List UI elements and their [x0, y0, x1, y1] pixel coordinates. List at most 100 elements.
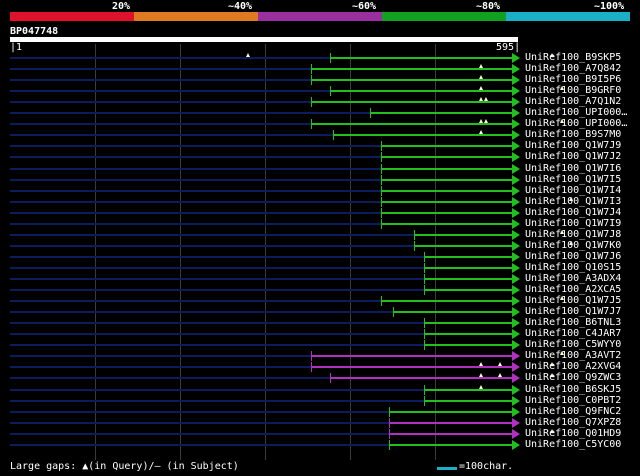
alignment-bar — [414, 245, 512, 247]
alignment-bar — [424, 322, 512, 324]
unaligned-segment — [10, 234, 414, 236]
scale-segment-20 — [10, 12, 134, 21]
hit-label[interactable]: UniRef100_A3AVT2 — [525, 350, 621, 361]
scale-segment-40 — [134, 12, 258, 21]
alignment-start-tick — [414, 241, 415, 251]
query-gap-marker-icon — [479, 385, 483, 389]
hit-label[interactable]: UniRef100_Q1W7J2 — [525, 151, 621, 162]
alignment-start-tick — [381, 175, 382, 185]
alignment-start-tick — [381, 164, 382, 174]
alignment-start-tick — [393, 307, 394, 317]
hit-label[interactable]: UniRef100_Q01HD9 — [525, 428, 621, 439]
alignment-arrow-icon — [512, 130, 520, 140]
query-gap-marker-icon — [498, 362, 502, 366]
alignment-arrow-icon — [512, 285, 520, 295]
alignment-arrow-icon — [512, 440, 520, 450]
unaligned-segment — [10, 444, 389, 446]
hit-label[interactable]: UniRef100_Q1W7J6 — [525, 251, 621, 262]
hit-label[interactable]: UniRef100_Q1W7K0 — [525, 240, 621, 251]
alignment-arrow-icon — [512, 429, 520, 439]
hit-label[interactable]: UniRef100_A7Q1N2 — [525, 96, 621, 107]
alignment-bar — [381, 212, 512, 214]
alignment-start-tick — [330, 53, 331, 63]
hit-label[interactable]: UniRef100_C5WYY0 — [525, 339, 621, 350]
unaligned-segment — [10, 289, 424, 291]
alignment-arrow-icon — [512, 230, 520, 240]
alignment-bar — [424, 333, 512, 335]
scale-legend: =100char. — [459, 461, 514, 472]
hit-label[interactable]: UniRef100_Q7XPZ8 — [525, 417, 621, 428]
hit-label[interactable]: UniRef100_Q1W7I9 — [525, 218, 621, 229]
unaligned-segment — [10, 355, 311, 357]
hit-label[interactable]: UniRef100_C4JAR7 — [525, 328, 621, 339]
hit-label[interactable]: UniRef100_UPI000… — [525, 107, 627, 118]
hit-row[interactable]: UniRef100_Q9ZWC3 — [0, 372, 640, 384]
query-gap-marker-icon — [498, 373, 502, 377]
hit-row[interactable]: UniRef100_C5YC00 — [0, 439, 640, 451]
unaligned-segment — [10, 322, 424, 324]
hit-label[interactable]: UniRef100_C5YC00 — [525, 439, 621, 450]
alignment-arrow-icon — [512, 329, 520, 339]
hit-label[interactable]: UniRef100_UPI000… — [525, 118, 627, 129]
hit-label[interactable]: UniRef100_B9GRF0 — [525, 85, 621, 96]
unaligned-segment — [10, 223, 381, 225]
hit-label[interactable]: UniRef100_B9I5P6 — [525, 74, 621, 85]
hit-label[interactable]: UniRef100_Q9FNC2 — [525, 406, 621, 417]
identity-scale-bar — [10, 12, 630, 21]
hit-label[interactable]: UniRef100_Q9ZWC3 — [525, 372, 621, 383]
alignment-start-tick — [389, 407, 390, 417]
hit-label[interactable]: UniRef100_A2XVG4 — [525, 361, 621, 372]
unaligned-segment — [10, 377, 330, 379]
hit-label[interactable]: UniRef100_Q1W7I4 — [525, 185, 621, 196]
hit-label[interactable]: UniRef100_A2XCA5 — [525, 284, 621, 295]
unaligned-segment — [10, 168, 381, 170]
alignment-arrow-icon — [512, 186, 520, 196]
alignment-arrow-icon — [512, 108, 520, 118]
unaligned-segment — [10, 179, 381, 181]
alignment-bar — [424, 267, 512, 269]
unaligned-segment — [10, 201, 381, 203]
alignment-bar — [389, 444, 512, 446]
query-gap-marker-icon — [479, 97, 483, 101]
alignment-bar — [381, 190, 512, 192]
hit-label[interactable]: UniRef100_Q1W7I5 — [525, 174, 621, 185]
hit-row[interactable]: UniRef100_Q1W7J2 — [0, 151, 640, 163]
hit-label[interactable]: UniRef100_Q10S15 — [525, 262, 621, 273]
hit-label[interactable]: UniRef100_B9SKP5 — [525, 52, 621, 63]
alignment-arrow-icon — [512, 318, 520, 328]
hit-label[interactable]: UniRef100_Q1W7J8 — [525, 229, 621, 240]
alignment-bar — [424, 289, 512, 291]
alignment-start-tick — [389, 429, 390, 439]
ruler-start-label: 1 — [16, 42, 23, 53]
alignment-bar — [311, 123, 512, 125]
hit-label[interactable]: UniRef100_Q1W7J9 — [525, 140, 621, 151]
unaligned-segment — [10, 90, 330, 92]
ruler-end-label: 595 — [496, 42, 515, 53]
hit-label[interactable]: UniRef100_A7Q842 — [525, 63, 621, 74]
alignment-arrow-icon — [512, 97, 520, 107]
hit-label[interactable]: UniRef100_A3ADX4 — [525, 273, 621, 284]
unaligned-segment — [10, 134, 333, 136]
alignment-start-tick — [330, 373, 331, 383]
alignment-bar — [311, 355, 512, 357]
unaligned-segment — [10, 123, 311, 125]
query-gap-marker-icon — [479, 130, 483, 134]
scale-label-80: ~80% — [476, 1, 501, 12]
hit-label[interactable]: UniRef100_C0PBT2 — [525, 395, 621, 406]
alignment-bar — [311, 366, 512, 368]
hit-label[interactable]: UniRef100_Q1W7J7 — [525, 306, 621, 317]
scale-label-100: ~100% — [594, 1, 625, 12]
alignment-start-tick — [424, 285, 425, 295]
hit-label[interactable]: UniRef100_Q1W7J5 — [525, 295, 621, 306]
alignment-bar — [370, 112, 512, 114]
hit-label[interactable]: UniRef100_Q1W7I3 — [525, 196, 621, 207]
unaligned-segment — [10, 389, 424, 391]
hit-label[interactable]: UniRef100_B6TNL3 — [525, 317, 621, 328]
hit-label[interactable]: UniRef100_B6SKJ5 — [525, 384, 621, 395]
hit-label[interactable]: UniRef100_Q1W7I6 — [525, 163, 621, 174]
alignment-start-tick — [311, 119, 312, 129]
hit-label[interactable]: UniRef100_B9S7M0 — [525, 129, 621, 140]
alignment-bar — [330, 377, 512, 379]
hit-label[interactable]: UniRef100_Q1W7J4 — [525, 207, 621, 218]
unaligned-segment — [10, 278, 424, 280]
